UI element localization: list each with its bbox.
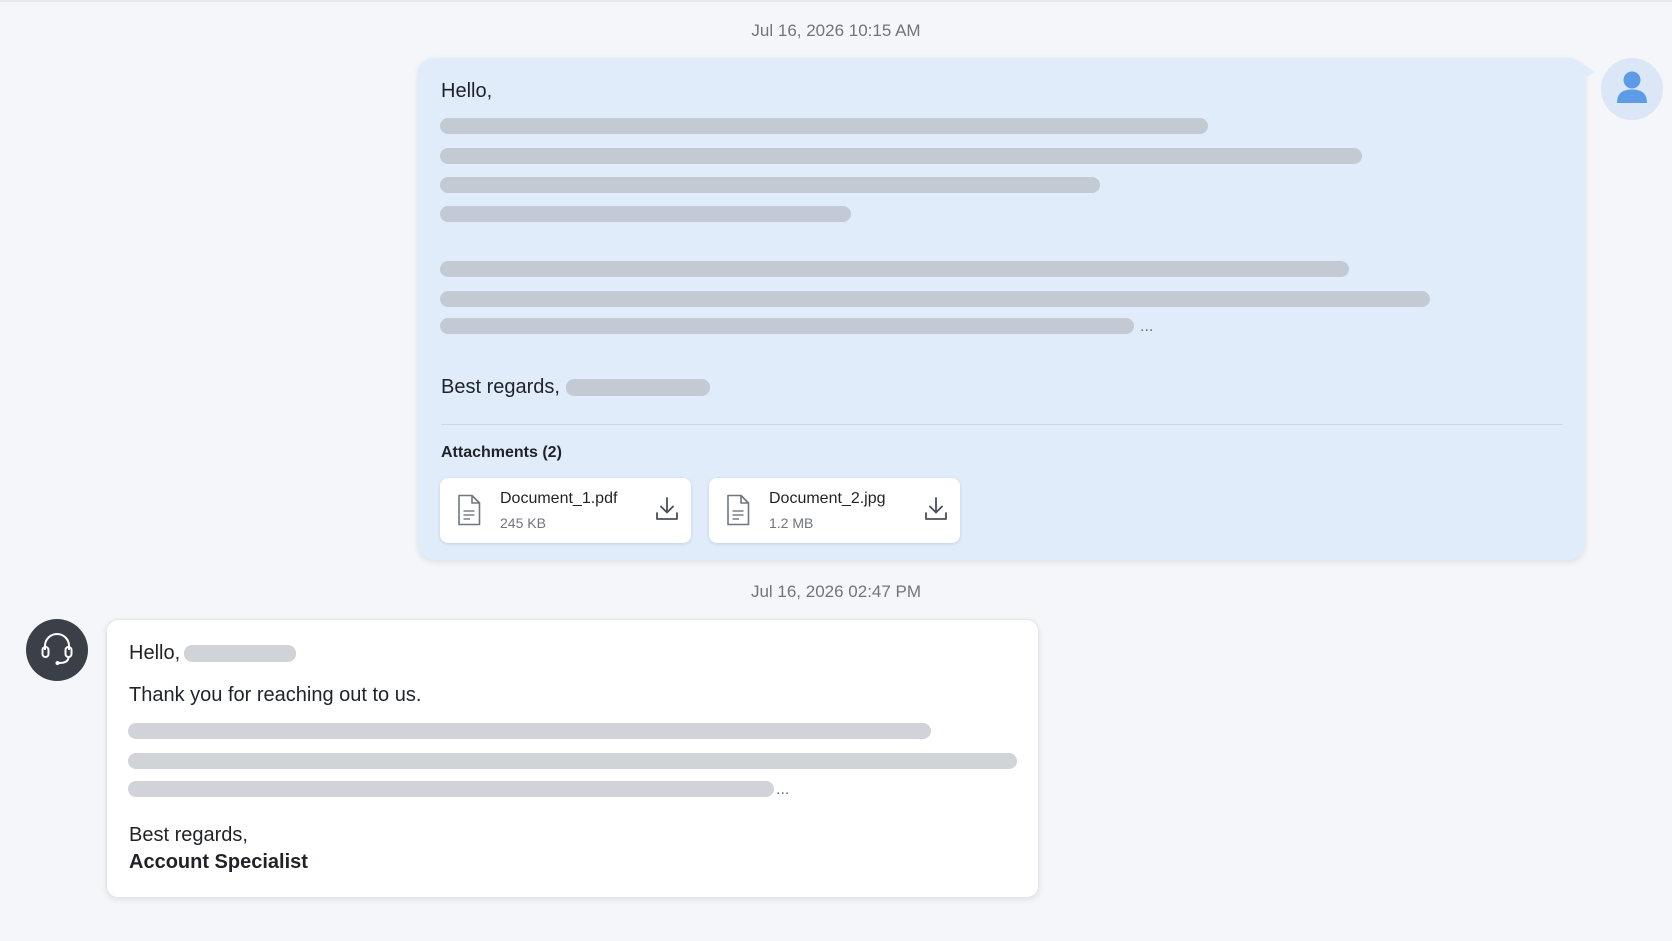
message-timestamp: Jul 16, 2026 02:47 PM xyxy=(750,582,922,601)
message-timestamp: Jul 16, 2026 10:15 AM xyxy=(751,21,921,40)
attachment-card[interactable]: Document_2.jpg 1.2 MB xyxy=(709,478,960,543)
message-closing: Best regards, xyxy=(129,824,248,846)
truncation-ellipsis: ... xyxy=(1140,318,1154,335)
attachment-size: 1.2 MB xyxy=(769,515,814,531)
message-closing: Best regards, xyxy=(441,376,560,398)
attachments-divider xyxy=(441,424,1563,425)
redacted-text-line xyxy=(440,318,1134,334)
redacted-sender-name xyxy=(566,379,710,396)
attachment-name: Document_1.pdf xyxy=(500,490,618,507)
message-greeting: Hello, xyxy=(441,80,493,102)
redacted-text-line xyxy=(128,723,931,739)
redacted-text-line xyxy=(128,753,1017,769)
redacted-text-line xyxy=(440,261,1349,277)
attachment-name: Document_2.jpg xyxy=(769,490,886,507)
redacted-text-line xyxy=(128,781,774,797)
redacted-text-line xyxy=(440,177,1100,193)
attachment-card[interactable]: Document_1.pdf 245 KB xyxy=(440,478,691,543)
user-avatar[interactable] xyxy=(1601,58,1663,120)
attachment-size: 245 KB xyxy=(500,515,546,531)
user-message-bubble: Hello, ... Best regards, Attachments (2) xyxy=(418,58,1595,560)
chat-conversation: Jul 16, 2026 10:15 AM Hello, ... Best re… xyxy=(0,0,1672,941)
top-border xyxy=(0,0,1672,2)
redacted-text-line xyxy=(440,118,1208,134)
agent-avatar[interactable] xyxy=(26,619,88,681)
user-icon xyxy=(1615,69,1649,110)
redacted-text-line xyxy=(440,148,1362,164)
download-icon[interactable] xyxy=(924,496,948,527)
attachments-title: Attachments (2) xyxy=(441,444,562,461)
file-icon xyxy=(456,494,482,531)
download-icon[interactable] xyxy=(655,496,679,527)
agent-message-bubble: Hello, Thank you for reaching out to us.… xyxy=(106,619,1039,898)
redacted-text-line xyxy=(440,291,1430,307)
file-icon xyxy=(725,494,751,531)
redacted-text-line xyxy=(440,206,851,222)
truncation-ellipsis: ... xyxy=(776,781,790,798)
message-greeting: Hello, xyxy=(129,642,181,664)
message-intro: Thank you for reaching out to us. xyxy=(129,684,422,706)
redacted-recipient-name xyxy=(184,645,296,662)
headset-icon xyxy=(38,629,76,672)
signature-title: Account Specialist xyxy=(129,851,308,873)
